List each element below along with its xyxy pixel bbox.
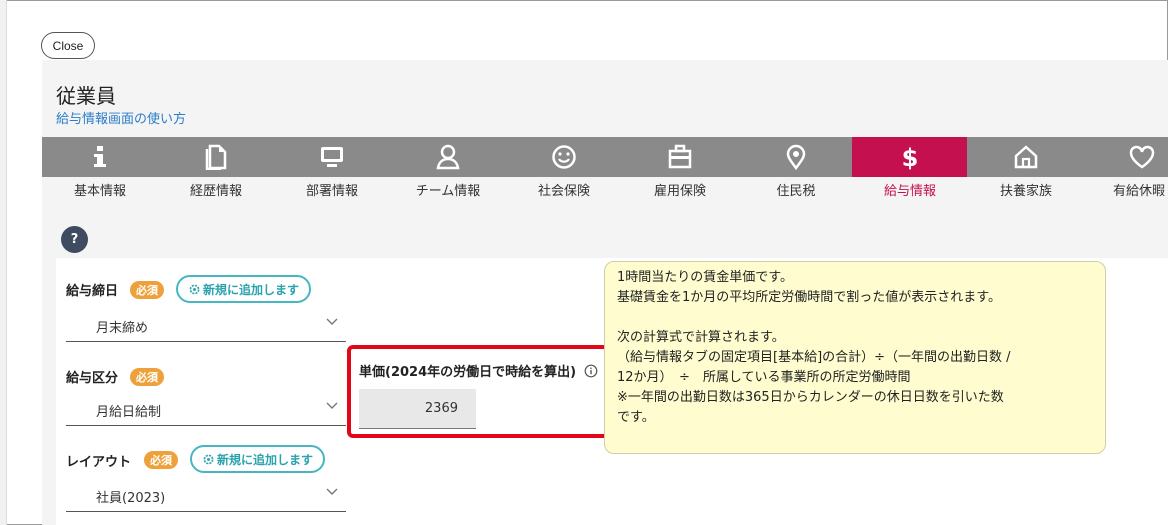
tab-label-career[interactable]: 経歴情報: [158, 180, 274, 199]
layout-value: 社員(2023): [96, 491, 166, 506]
tab-resident-tax[interactable]: [738, 137, 854, 177]
left-scroll-strip: [0, 0, 7, 525]
layout-select[interactable]: 社員(2023): [66, 478, 346, 512]
chevron-down-icon: [326, 318, 338, 325]
required-badge: 必須: [144, 451, 178, 469]
tab-label-team[interactable]: チーム情報: [390, 180, 506, 199]
tab-label-department[interactable]: 部署情報: [274, 180, 390, 199]
person-icon: [436, 144, 460, 170]
tab-paid-leave[interactable]: [1084, 137, 1168, 177]
dollar-icon: $: [901, 144, 918, 171]
tab-department[interactable]: [274, 137, 390, 177]
help-question-button[interactable]: ?: [61, 226, 88, 253]
closing-day-select[interactable]: 月末締め: [66, 308, 346, 342]
highlight-annotation: [347, 345, 609, 438]
document-icon: [205, 144, 227, 170]
add-new-label: 新規に追加します: [217, 452, 314, 467]
tooltip-line: 次の計算式で計算されます。: [617, 330, 785, 345]
required-badge: 必須: [130, 368, 164, 386]
tab-basic-info[interactable]: [42, 137, 158, 177]
tab-label-payroll-info[interactable]: 給与情報: [852, 180, 968, 199]
tab-dependents[interactable]: [968, 137, 1084, 177]
tab-team[interactable]: [390, 137, 506, 177]
tab-employment-insurance[interactable]: [622, 137, 738, 177]
monitor-icon: [321, 147, 343, 167]
tooltip-line: （給与情報タブの固定項目[基本給]の合計）÷（一年間の出勤日数 /: [617, 350, 1011, 365]
tooltip-line: です。: [617, 410, 655, 425]
tab-label-dependents[interactable]: 扶養家族: [968, 180, 1084, 199]
closing-day-value: 月末締め: [96, 321, 149, 336]
layout-label: レイアウト: [66, 455, 132, 470]
tab-label-paid-leave[interactable]: 有給休暇: [1084, 180, 1168, 199]
pay-type-select[interactable]: 月給日給制: [66, 392, 346, 426]
tab-label-basic-info[interactable]: 基本情報: [42, 180, 158, 199]
required-badge: 必須: [130, 281, 164, 299]
tab-career[interactable]: [158, 137, 274, 177]
add-new-label: 新規に追加します: [203, 282, 300, 297]
gear-icon: [203, 454, 214, 464]
info-icon: [94, 146, 106, 167]
close-button[interactable]: Close: [41, 32, 95, 59]
unit-price-tooltip: 1時間当たりの賃金単価です。 基礎賃金を1か月の平均所定労働時間で割った値が表示…: [604, 261, 1106, 454]
tooltip-line: 基礎賃金を1か月の平均所定労働時間で割った値が表示されます。: [617, 290, 1001, 305]
smile-icon: [552, 145, 576, 169]
tab-payroll-info[interactable]: $: [852, 137, 967, 177]
pay-type-value: 月給日給制: [96, 405, 162, 420]
pay-type-label: 給与区分: [66, 371, 119, 386]
tooltip-line: ※一年間の出勤日数は365日からカレンダーの休日日数を引いた数: [617, 390, 1004, 405]
location-pin-icon: [786, 144, 806, 170]
help-link[interactable]: 給与情報画面の使い方: [56, 108, 186, 127]
page-title: 従業員: [56, 84, 116, 108]
add-closing-day-button[interactable]: 新規に追加します: [176, 275, 312, 303]
gear-icon: [189, 284, 200, 294]
closing-day-label: 給与締日: [66, 284, 119, 299]
tab-social-insurance[interactable]: [506, 137, 622, 177]
briefcase-icon: [668, 144, 692, 169]
chevron-down-icon: [326, 402, 338, 409]
tooltip-line: 1時間当たりの賃金単価です。: [617, 270, 793, 285]
heart-icon: [1129, 145, 1155, 169]
tab-label-resident-tax[interactable]: 住民税: [738, 180, 854, 199]
home-icon: [1014, 145, 1038, 169]
tab-label-employment-insurance[interactable]: 雇用保険: [622, 180, 738, 199]
chevron-down-icon: [326, 488, 338, 495]
tooltip-line: 12か月） ÷ 所属している事業所の所定労働時間: [617, 370, 911, 385]
tab-label-social-insurance[interactable]: 社会保険: [506, 180, 622, 199]
add-layout-button[interactable]: 新規に追加します: [190, 445, 326, 473]
svg-text:$: $: [901, 144, 918, 171]
